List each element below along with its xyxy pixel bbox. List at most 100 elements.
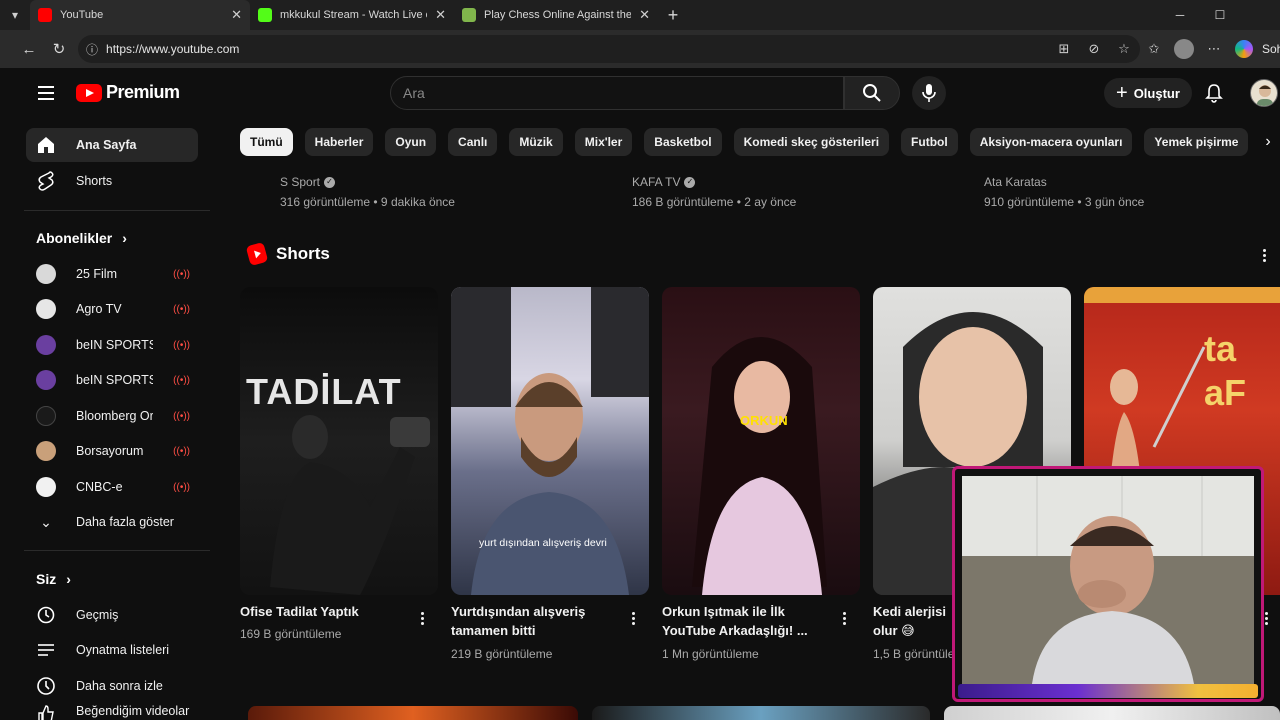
profile-icon[interactable] [1172,37,1196,61]
browser-tab-bar: ▾ YouTube ✕ mkkukul Stream - Watch Live … [0,0,1280,30]
browser-address-bar: ← ↻ ⓘ https://www.youtube.com ⊞ ⊘ ☆ ✩ ⋯ … [0,30,1280,68]
chip-10[interactable]: Yemek pişirme [1144,128,1249,156]
sidebar-item-label: beIN SPORTS USA [76,373,154,387]
logo-text: Premium [106,82,180,102]
tab-title: YouTube [60,9,104,21]
user-avatar[interactable] [1250,79,1278,107]
sidebar-item-agro-tv[interactable]: Agro TV ((•)) [26,292,198,326]
sidebar-item-label: Ana Sayfa [76,138,137,152]
short-thumbnail[interactable]: TADİLAT [240,287,438,595]
verified-check-icon: ✓ [324,176,336,188]
shorts-more-icon[interactable] [1256,246,1272,264]
you-title: Siz [36,571,57,587]
short-thumbnail[interactable]: yurt dışından alışveriş devri [451,287,649,595]
favorites-icon[interactable]: ✩ [1142,37,1166,61]
short-title[interactable]: Yurtdışından alışveriş tamamen bitti [451,602,621,640]
site-info-icon[interactable]: ⓘ [86,41,98,58]
video-meta: S Sport ✓ 316 görüntüleme • 9 dakika önce [280,172,455,212]
voice-search-button[interactable] [912,76,946,110]
more-menu-icon[interactable]: ⋯ [1202,37,1226,61]
short-thumbnail[interactable]: ORKUN [662,287,860,595]
copilot-icon[interactable] [1232,37,1256,61]
channel-name[interactable]: S Sport [280,172,320,192]
sidebar-item-home[interactable]: Ana Sayfa [26,128,198,162]
shorts-title: Shorts [276,244,330,263]
sidebar-item-25-film[interactable]: 25 Film ((•)) [26,257,198,291]
youtube-premium-logo[interactable]: Premium [76,82,180,103]
short-title[interactable]: Orkun Işıtmak ile İlk YouTube Arkadaşlığ… [662,602,832,640]
chip-6[interactable]: Basketbol [644,128,722,156]
show-more-button[interactable]: ⌄ Daha fazla göster [26,505,198,539]
verified-check-icon: ✓ [684,176,696,188]
favorite-star-icon[interactable]: ☆ [1112,37,1136,61]
chip-4[interactable]: Müzik [509,128,563,156]
sidebar-item-watch-later[interactable]: Daha sonra izle [26,669,198,703]
chess-favicon-icon [462,8,476,22]
chevron-right-icon[interactable]: › [1256,128,1280,156]
chip-0[interactable]: Tümü [240,128,293,156]
sidebar-item-playlists[interactable]: Oynatma listeleri [26,633,198,667]
channel-avatar [36,477,56,497]
browser-tab-chess[interactable]: Play Chess Online Against the Con ✕ [454,0,658,30]
window-close-icon[interactable] [1240,0,1280,30]
sidebar-item-shorts[interactable]: Shorts [26,164,198,198]
video-thumbnail[interactable] [944,706,1280,720]
tab-list-chevron-icon[interactable]: ▾ [0,0,30,30]
short-title[interactable]: Kedi alerjisi olur 😅 [873,602,953,640]
search-button[interactable] [844,76,900,110]
youtube-favicon-icon [38,8,52,22]
video-thumbnail[interactable] [248,706,578,720]
show-more-label: Daha fazla göster [76,515,174,529]
sidebar-item-label: 25 Film [76,267,117,281]
url-field[interactable]: ⓘ https://www.youtube.com [78,35,1140,63]
channel-name[interactable]: Ata Karatas [984,172,1047,192]
clock-icon [36,676,56,696]
close-tab-icon[interactable]: ✕ [231,7,242,23]
app-grid-icon[interactable]: ⊞ [1052,37,1076,61]
sidebar-item-bein-sports-usa[interactable]: beIN SPORTS USA ((•)) [26,363,198,397]
close-tab-icon[interactable]: ✕ [435,7,446,23]
sidebar-item-cnbc-e[interactable]: CNBC-e ((•)) [26,470,198,504]
hamburger-menu-icon[interactable] [34,81,58,105]
short-title[interactable]: Ofise Tadilat Yaptık [240,602,410,621]
sidebar-item-label: Daha sonra izle [76,679,163,693]
subscriptions-heading[interactable]: Abonelikler › [36,230,127,246]
live-indicator-icon: ((•)) [173,374,190,386]
tracking-prevention-icon[interactable]: ⊘ [1082,37,1106,61]
window-controls: ─ ☐ [1160,0,1280,30]
chip-9[interactable]: Aksiyon-macera oyunları [969,128,1133,156]
video-stats: 186 B görüntüleme • 2 ay önce [632,195,797,209]
short-more-icon[interactable] [625,609,641,627]
create-button[interactable]: + Oluştur [1104,78,1192,108]
chip-7[interactable]: Komedi skeç gösterileri [733,128,890,156]
maximize-icon[interactable]: ☐ [1200,0,1240,30]
youtube-header: Premium + Oluştur [14,68,1280,118]
short-more-icon[interactable] [836,609,852,627]
sidebar-item-history[interactable]: Geçmiş [26,598,198,632]
close-tab-icon[interactable]: ✕ [639,7,650,23]
minimize-icon[interactable]: ─ [1160,0,1200,30]
video-thumbnail[interactable] [592,706,930,720]
new-tab-plus-icon[interactable]: + [658,5,688,26]
notifications-bell-icon[interactable] [1202,81,1226,105]
chip-2[interactable]: Oyun [385,128,437,156]
chip-5[interactable]: Mix'ler [574,128,633,156]
search-input[interactable] [403,85,843,101]
sidebar-item-liked-videos[interactable]: Beğendiğim videolar [26,704,198,720]
browser-tab-youtube[interactable]: YouTube ✕ [30,0,250,30]
browser-tab-kick[interactable]: mkkukul Stream - Watch Live on K ✕ [250,0,454,30]
channel-name[interactable]: KAFA TV [632,172,680,192]
reload-icon[interactable]: ↻ [44,34,74,64]
sidebar-item-bloomberg[interactable]: Bloomberg Origi... ((•)) [26,399,198,433]
short-overlay-text: ORKUN [740,413,788,428]
sidebar-item-bein-sports-tr[interactable]: beIN SPORTS Tü... ((•)) [26,328,198,362]
chip-8[interactable]: Futbol [901,128,958,156]
sidebar-item-borsayorum[interactable]: Borsayorum ((•)) [26,434,198,468]
chip-1[interactable]: Haberler [304,128,374,156]
live-indicator-icon: ((•)) [173,481,190,493]
short-more-icon[interactable] [414,609,430,627]
chip-3[interactable]: Canlı [448,128,498,156]
you-heading[interactable]: Siz › [36,571,71,587]
back-arrow-icon[interactable]: ← [14,34,44,64]
sidebar-label[interactable]: Soh [1262,42,1280,56]
